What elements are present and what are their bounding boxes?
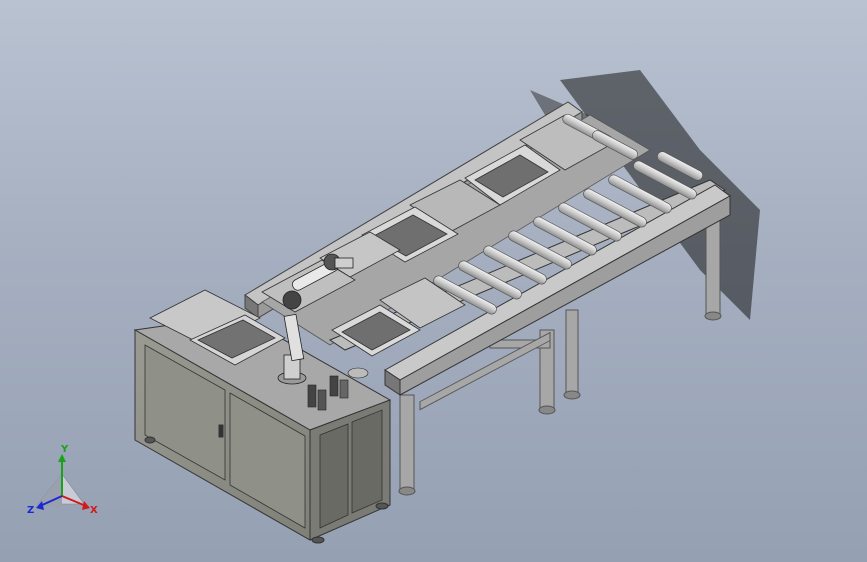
- assembly-model[interactable]: [0, 0, 867, 562]
- coordinate-triad: Y X Z: [24, 444, 104, 526]
- y-axis-label: Y: [61, 444, 69, 455]
- x-axis-label: X: [90, 505, 98, 516]
- cad-viewport[interactable]: Y X Z: [0, 0, 867, 562]
- z-axis-label: Z: [27, 505, 35, 516]
